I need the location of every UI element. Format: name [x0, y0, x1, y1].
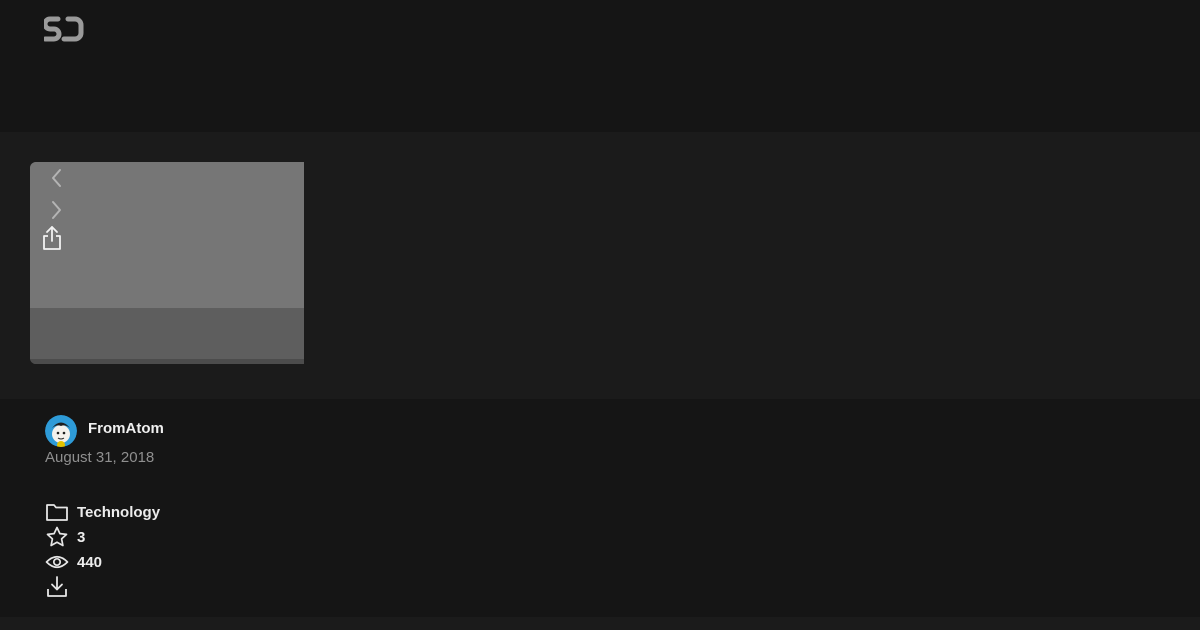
slide-viewer[interactable]: [30, 162, 304, 364]
category-link[interactable]: Technology: [45, 501, 160, 523]
eye-icon: [45, 551, 69, 573]
speakerdeck-logo[interactable]: [42, 16, 84, 42]
category-label: Technology: [77, 503, 161, 521]
previous-slide-button[interactable]: [48, 166, 64, 190]
footer-edge: [0, 617, 1200, 630]
top-bar: [0, 0, 1200, 132]
download-button[interactable]: [45, 576, 77, 598]
download-icon: [45, 576, 69, 598]
author-avatar[interactable]: [45, 415, 77, 447]
presentation-stage: [0, 132, 1200, 399]
publish-date: August 31, 2018: [45, 449, 155, 466]
slide-image: [30, 162, 304, 308]
stars-value: 3: [77, 528, 86, 546]
author-name-link[interactable]: FromAtom: [88, 420, 164, 437]
chevron-right-icon: [52, 201, 61, 219]
stars-count[interactable]: 3: [45, 526, 85, 548]
slide-bottom-panel: [30, 308, 304, 359]
talk-details: FromAtom August 31, 2018 Technology 3 44…: [0, 399, 1200, 630]
share-icon: [43, 226, 61, 250]
views-count: 440: [45, 551, 102, 573]
slide-progress-track: [30, 359, 304, 364]
star-icon: [45, 526, 69, 548]
next-slide-button[interactable]: [48, 198, 64, 222]
folder-icon: [45, 501, 69, 523]
views-value: 440: [77, 553, 103, 571]
share-button[interactable]: [40, 225, 64, 251]
chevron-left-icon: [52, 169, 61, 187]
